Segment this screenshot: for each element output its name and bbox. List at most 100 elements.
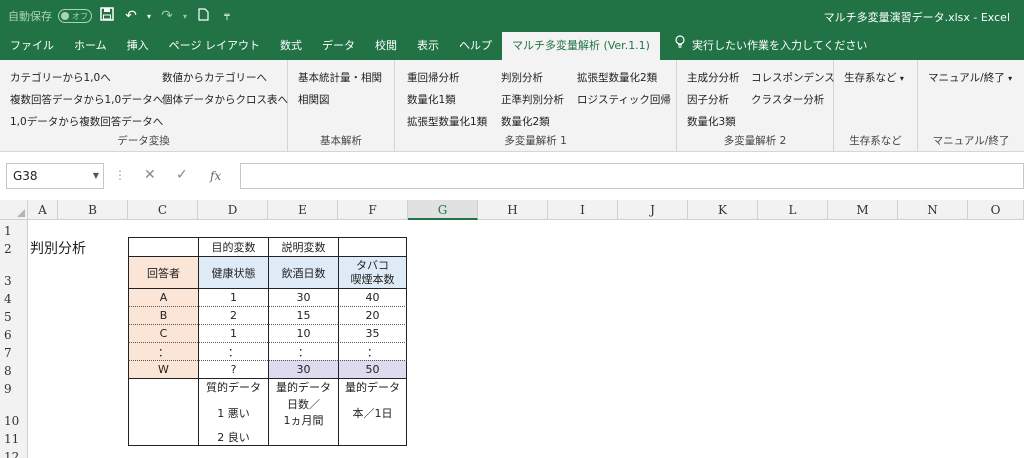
cell-respondent[interactable]: C [128,324,198,342]
btn-ext-quantification-2[interactable]: 拡張型数量化2類 [577,70,657,85]
btn-multiple-regression[interactable]: 重回帰分析 [407,70,460,85]
row-header-11[interactable]: 11 [0,428,28,446]
col-header-i[interactable]: I [548,200,618,220]
chevron-down-icon[interactable]: ▼ [93,164,99,188]
btn-cluster-analysis[interactable]: クラスター分析 [751,92,824,107]
redo-icon[interactable]: ↷ [158,8,176,24]
cell-respondent[interactable]: A [128,288,198,306]
tab-view[interactable]: 表示 [407,32,449,60]
cell-smoke-header[interactable]: タバコ 喫煙本数 [338,256,407,288]
row-header-9[interactable]: 9 [0,378,28,396]
insert-function-icon[interactable]: fx [210,169,221,183]
cell-drink[interactable]: 30 [268,360,338,378]
redo-dropdown-icon[interactable]: ▾ [182,12,188,21]
cell-f2[interactable] [338,237,407,256]
tab-home[interactable]: ホーム [64,32,117,60]
row-header-4[interactable]: 4 [0,288,28,306]
btn-binary-to-multi-answer[interactable]: 1,0データから複数回答データへ [10,114,163,129]
tab-file[interactable]: ファイル [0,32,64,60]
col-header-e[interactable]: E [268,200,338,220]
cell-drink[interactable]: ： [268,342,338,360]
cancel-icon[interactable]: ✕ [144,167,156,183]
select-all-corner[interactable] [0,200,28,220]
cell-smoke[interactable]: 40 [338,288,407,306]
save-icon[interactable] [98,7,116,25]
btn-ext-quantification-1[interactable]: 拡張型数量化1類 [407,114,487,129]
btn-multi-answer-to-binary[interactable]: 複数回答データから1,0データへ [10,92,163,107]
col-header-m[interactable]: M [828,200,898,220]
col-header-k[interactable]: K [688,200,758,220]
btn-quantification-3[interactable]: 数量化3類 [687,114,736,129]
cell-respondent-header[interactable]: 回答者 [128,256,198,288]
row-header-5[interactable]: 5 [0,306,28,324]
btn-logistic-regression[interactable]: ロジスティック回帰 [577,92,671,107]
row-header-12[interactable]: 12 [0,446,28,458]
row-header-6[interactable]: 6 [0,324,28,342]
autosave-toggle[interactable]: オフ [58,9,92,23]
enter-check-icon[interactable]: ✓ [176,167,188,183]
cell-c2[interactable] [128,237,198,256]
cell-drink-type[interactable]: 量的データ 日数／ 1ヵ月間 [268,378,338,446]
cell-health[interactable]: 1 [198,324,268,342]
tab-multivariate[interactable]: マルチ多変量解析 (Ver.1.1) [501,32,660,60]
btn-individual-to-crosstab[interactable]: 個体データからクロス表へ [162,92,288,107]
col-header-o[interactable]: O [968,200,1024,220]
row-header-7[interactable]: 7 [0,342,28,360]
cell-respondent[interactable]: B [128,306,198,324]
cell-health[interactable]: ： [198,342,268,360]
cell-health-header[interactable]: 健康状態 [198,256,268,288]
btn-quantification-2[interactable]: 数量化2類 [501,114,550,129]
tab-page-layout[interactable]: ページ レイアウト [159,32,270,60]
cell-drink[interactable]: 30 [268,288,338,306]
cell-smoke[interactable]: ： [338,342,407,360]
cell-smoke[interactable]: 20 [338,306,407,324]
tab-review[interactable]: 校閲 [365,32,407,60]
row-header-10[interactable]: 10 [0,396,28,428]
cell-smoke[interactable]: 35 [338,324,407,342]
name-box[interactable]: G38 ▼ [6,163,104,189]
cell-smoke[interactable]: 50 [338,360,407,378]
row-header-3[interactable]: 3 [0,256,28,288]
col-header-h[interactable]: H [478,200,548,220]
row-header-1[interactable]: 1 [0,220,28,238]
cell-smoke-type[interactable]: 量的データ 本／1日 [338,378,407,446]
cell-explanatory-header[interactable]: 説明変数 [268,237,338,256]
col-header-l[interactable]: L [758,200,828,220]
tab-data[interactable]: データ [312,32,365,60]
cell-health[interactable]: 1 [198,288,268,306]
row-header-2[interactable]: 2 [0,238,28,256]
cell-health[interactable]: 2 [198,306,268,324]
col-header-f[interactable]: F [338,200,408,220]
customize-qat-icon[interactable]: ╤ [218,11,236,21]
col-header-n[interactable]: N [898,200,968,220]
cell-health[interactable]: ? [198,360,268,378]
btn-manual-dropdown[interactable]: マニュアル/終了 ▾ [928,70,1012,85]
tab-help[interactable]: ヘルプ [449,32,502,60]
btn-canonical-discriminant[interactable]: 正準判別分析 [501,92,564,107]
undo-dropdown-icon[interactable]: ▾ [146,12,152,21]
col-header-c[interactable]: C [128,200,198,220]
cell-drink-header[interactable]: 飲酒日数 [268,256,338,288]
col-header-a[interactable]: A [28,200,58,220]
tab-insert[interactable]: 挿入 [117,32,159,60]
btn-factor-analysis[interactable]: 因子分析 [687,92,729,107]
btn-category-to-binary[interactable]: カテゴリーから1,0へ [10,70,111,85]
new-document-icon[interactable] [194,7,212,25]
formula-input[interactable] [240,163,1024,189]
row-header-8[interactable]: 8 [0,360,28,378]
col-header-b[interactable]: B [58,200,128,220]
btn-numeric-to-category[interactable]: 数値からカテゴリーへ [162,70,267,85]
col-header-g[interactable]: G [408,200,478,220]
cell-c9-c11[interactable] [128,378,198,446]
btn-discriminant[interactable]: 判別分析 [501,70,543,85]
undo-icon[interactable]: ↶ [122,8,140,24]
tell-me-box[interactable]: 実行したい作業を入力してください [660,32,867,60]
btn-pca[interactable]: 主成分分析 [687,70,740,85]
col-header-j[interactable]: J [618,200,688,220]
tab-formulas[interactable]: 数式 [270,32,312,60]
btn-correlation-chart[interactable]: 相関図 [298,92,330,107]
cell-drink[interactable]: 10 [268,324,338,342]
btn-basic-stats[interactable]: 基本統計量・相関 [298,70,382,85]
cell-drink[interactable]: 15 [268,306,338,324]
btn-survival-dropdown[interactable]: 生存系など ▾ [844,70,904,85]
